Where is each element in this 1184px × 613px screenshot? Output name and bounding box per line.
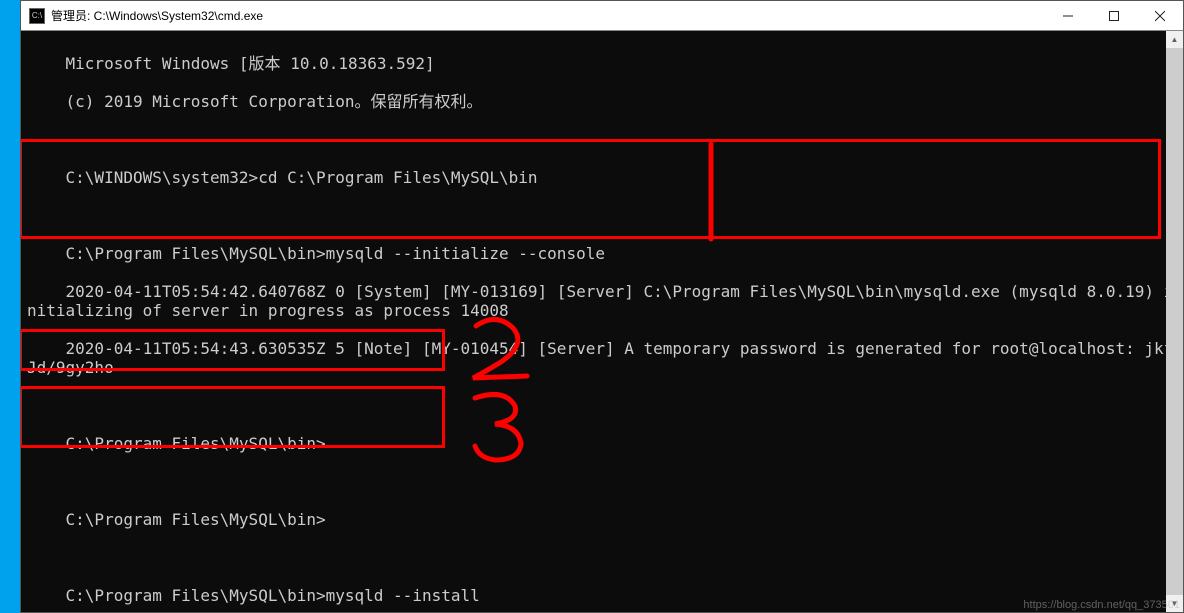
maximize-button[interactable] xyxy=(1091,1,1137,30)
terminal-area[interactable]: Microsoft Windows [版本 10.0.18363.592] (c… xyxy=(21,31,1183,612)
minimize-icon xyxy=(1063,11,1073,21)
cmd-window: C:\ 管理员: C:\Windows\System32\cmd.exe Mic… xyxy=(20,0,1184,613)
vertical-scrollbar[interactable]: ▲ ▼ xyxy=(1166,31,1183,612)
window-icon-glyph: C:\ xyxy=(32,11,42,20)
watermark: https://blog.csdn.net/qq_373501 xyxy=(1023,599,1180,611)
minimize-button[interactable] xyxy=(1045,1,1091,30)
scroll-track[interactable] xyxy=(1166,48,1183,595)
window-controls xyxy=(1045,1,1183,30)
terminal-line: C:\Program Files\MySQL\bin>mysqld --inst… xyxy=(66,586,480,605)
terminal-line: C:\WINDOWS\system32>cd C:\Program Files\… xyxy=(66,168,538,187)
scroll-thumb[interactable] xyxy=(1166,48,1183,595)
taskbar-edge xyxy=(0,0,20,613)
titlebar[interactable]: C:\ 管理员: C:\Windows\System32\cmd.exe xyxy=(21,1,1183,31)
close-button[interactable] xyxy=(1137,1,1183,30)
terminal-line: Microsoft Windows [版本 10.0.18363.592] xyxy=(66,54,435,73)
window-icon: C:\ xyxy=(29,8,45,24)
terminal-line: C:\Program Files\MySQL\bin> xyxy=(66,510,326,529)
terminal-line: 2020-04-11T05:54:42.640768Z 0 [System] [… xyxy=(27,282,1173,320)
annotation-digit-1 xyxy=(701,139,741,249)
highlight-box-1 xyxy=(21,139,1161,239)
maximize-icon xyxy=(1109,11,1119,21)
window-title: 管理员: C:\Windows\System32\cmd.exe xyxy=(51,7,1045,24)
terminal-line: 2020-04-11T05:54:43.630535Z 5 [Note] [MY… xyxy=(27,339,1173,377)
annotation-digit-3 xyxy=(465,386,535,466)
terminal-line: C:\Program Files\MySQL\bin> xyxy=(66,434,326,453)
scroll-up-button[interactable]: ▲ xyxy=(1166,31,1183,48)
terminal-line: C:\Program Files\MySQL\bin>mysqld --init… xyxy=(66,244,605,263)
close-icon xyxy=(1155,11,1165,21)
terminal-line: (c) 2019 Microsoft Corporation。保留所有权利。 xyxy=(66,92,483,111)
